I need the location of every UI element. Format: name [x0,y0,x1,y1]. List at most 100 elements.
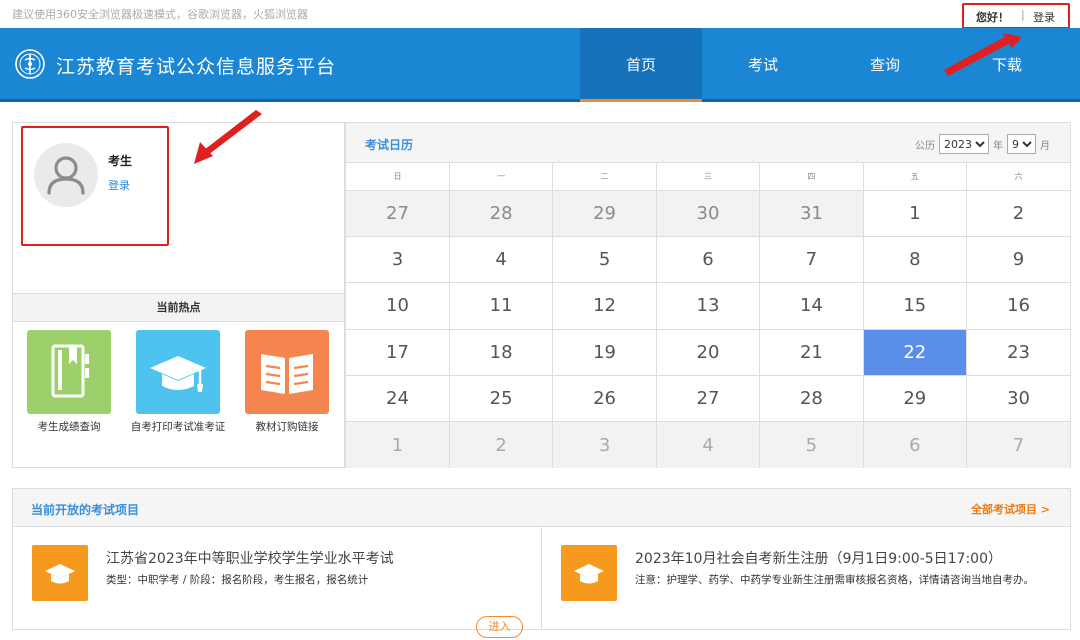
calendar-week-row: 3456789 [346,236,1070,284]
nav-query[interactable]: 查询 [824,28,946,102]
calendar-day[interactable]: 30 [966,375,1070,423]
calendar-day[interactable]: 4 [449,236,554,284]
calendar-day[interactable]: 12 [552,282,657,330]
month-select[interactable]: 9 [1007,134,1036,154]
calendar-day[interactable]: 1 [346,421,450,469]
enter-button[interactable]: 进入 [476,616,523,638]
calendar-header: 考试日历 公历 2023 年 9 月 [346,123,1070,163]
site-logo-icon [15,49,45,79]
calendar-day[interactable]: 17 [346,329,450,377]
calendar-day[interactable]: 23 [966,329,1070,377]
calendar-day[interactable]: 7 [759,236,864,284]
calendar-day[interactable]: 10 [346,282,450,330]
calendar-grid: 日一二三四五六 27 28 29 30 31 1 2 3 4 5 6 7 8 9 10 11 12 13 14 15 1… [346,163,1070,469]
calendar-title: 考试日历 [365,138,414,152]
user-status-box: 您好！ | 登录 [962,3,1070,29]
profile-card: 考生 登录 [21,126,169,246]
calendar-week-row: 17 18 19 20 21 22 23 [346,329,1070,377]
calendar-day[interactable]: 27 [346,190,450,237]
calendar-body: 27 28 29 30 31 1 2 3 4 5 6 7 8 9 10 11 12 13 14 15 16 17 18 19 2… [346,190,1070,469]
hot-item-label: 考生成绩查询 [37,421,101,433]
calendar-day[interactable]: 3 [552,421,657,469]
calendar-day[interactable]: 5 [552,236,657,284]
calendar-day[interactable]: 25 [449,375,554,423]
hot-item-print-admission[interactable]: 自考打印考试准考证 [123,330,233,433]
month-unit: 月 [1040,140,1050,152]
hot-item-score-query[interactable]: 考生成绩查询 [14,330,124,433]
weekday-header: 四 [759,163,864,191]
main-nav: 首页 考试 查询 下载 [580,28,1068,102]
profile-name: 考生 [108,154,133,168]
calendar-day[interactable]: 3 [346,236,450,284]
calendar-day[interactable]: 19 [552,329,657,377]
exam-name[interactable]: 2023年10月社会自考新生注册（9月1日9:00-5日17:00） [635,548,1002,568]
calendar-day[interactable]: 28 [759,375,864,423]
calendar-day-today[interactable]: 22 [863,329,968,377]
exam-meta: 类型：中职学考 / 阶段：报名阶段，考生报名，报名统计 [106,574,369,586]
calendar-day[interactable]: 11 [449,282,554,330]
calendar-day[interactable]: 8 [863,236,968,284]
calendar-day[interactable]: 2 [449,421,554,469]
calendar-day[interactable]: 31 [759,190,864,237]
calendar-day[interactable]: 1 [863,190,968,237]
year-unit: 年 [993,140,1003,152]
separator: | [1021,8,1025,21]
calendar-day[interactable]: 13 [656,282,761,330]
calendar-day[interactable]: 4 [656,421,761,469]
calendar-day[interactable]: 27 [656,375,761,423]
left-panel: 考生 登录 当前热点 考生成绩查询 自考打印考试准考证 教材订购链接 [12,122,345,468]
calendar-day[interactable]: 6 [656,236,761,284]
calendar-day[interactable]: 15 [863,282,968,330]
calendar-day[interactable]: 5 [759,421,864,469]
calendar-day[interactable]: 18 [449,329,554,377]
all-exams-link[interactable]: 全部考试项目 > [971,501,1050,517]
calendar-day[interactable]: 6 [863,421,968,469]
calendar-day[interactable]: 14 [759,282,864,330]
weekday-header: 六 [966,163,1070,191]
calendar-day[interactable]: 24 [346,375,450,423]
calendar-day[interactable]: 7 [966,421,1070,469]
calendar-day[interactable]: 2 [966,190,1070,237]
exam-card[interactable]: 2023年10月社会自考新生注册（9月1日9:00-5日17:00） 注意：护理… [542,527,1070,630]
open-exams-section: 当前开放的考试项目 全部考试项目 > 江苏省2023年中等职业学校学生学业水平考… [12,488,1071,638]
calendar-day[interactable]: 29 [863,375,968,423]
calendar-day[interactable]: 30 [656,190,761,237]
calendar-type-label: 公历 [915,140,935,152]
greeting-text: 您好！ [976,11,1009,24]
hot-item-textbook-order[interactable]: 教材订购链接 [232,330,342,433]
calendar-controls: 公历 2023 年 9 月 [915,134,1050,154]
calendar-week-row: 10 11 12 13 14 15 16 [346,282,1070,330]
hot-topics-title: 当前热点 [13,293,344,322]
site-header: 江苏教育考试公众信息服务平台 首页 考试 查询 下载 [0,28,1080,102]
weekday-header: 一 [449,163,554,191]
profile-login-link[interactable]: 登录 [108,177,130,193]
calendar-day[interactable]: 20 [656,329,761,377]
graduation-cap-icon [32,545,88,601]
site-title: 江苏教育考试公众信息服务平台 [56,56,337,78]
nav-home[interactable]: 首页 [580,28,702,102]
exam-name[interactable]: 江苏省2023年中等职业学校学生学业水平考试 [106,548,394,568]
graduation-cap-icon [136,330,220,414]
year-select[interactable]: 2023 [939,134,989,154]
calendar-day[interactable]: 29 [552,190,657,237]
exam-calendar: 考试日历 公历 2023 年 9 月 日一二三四五六 27 28 29 30 31 1 2 3… [345,122,1071,469]
hot-item-label: 教材订购链接 [255,421,319,433]
calendar-day[interactable]: 16 [966,282,1070,330]
avatar [34,143,98,207]
calendar-week-row: 1234567 [346,421,1070,469]
weekday-row: 日一二三四五六 [346,163,1070,191]
open-exams-title: 当前开放的考试项目 [31,503,140,517]
top-notice-bar: 建议使用360安全浏览器极速模式，谷歌浏览器，火狐浏览器 您好！ | 登录 [0,0,1080,29]
exam-meta: 注意：护理学、药学、中药学专业新生注册需审核报名资格，详情请咨询当地自考办。 [635,574,1034,586]
nav-exams[interactable]: 考试 [702,28,824,102]
hot-item-label: 自考打印考试准考证 [130,421,226,433]
graduation-cap-icon [561,545,617,601]
calendar-day[interactable]: 21 [759,329,864,377]
calendar-day[interactable]: 9 [966,236,1070,284]
top-login-link[interactable]: 登录 [1033,9,1055,25]
exam-card[interactable]: 江苏省2023年中等职业学校学生学业水平考试 类型：中职学考 / 阶段：报名阶段… [13,527,541,638]
open-exams-header: 当前开放的考试项目 全部考试项目 > [13,489,1070,527]
calendar-day[interactable]: 28 [449,190,554,237]
calendar-day[interactable]: 26 [552,375,657,423]
nav-download[interactable]: 下载 [946,28,1068,102]
